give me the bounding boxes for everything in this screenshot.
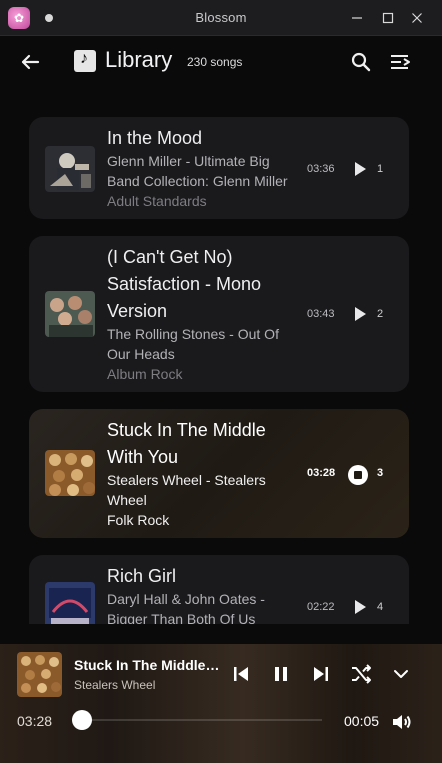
library-header: Library 230 songs xyxy=(0,36,442,88)
track-number: 4 xyxy=(377,601,384,613)
chevron-down-icon xyxy=(394,670,408,678)
queue-button[interactable] xyxy=(388,49,414,75)
play-button[interactable] xyxy=(351,598,369,616)
album-art xyxy=(45,582,95,624)
song-artist: Daryl Hall & John Oates - Bigger Than Bo… xyxy=(107,591,265,624)
song-card[interactable]: Rich Girl Daryl Hall & John Oates - Bigg… xyxy=(29,555,409,624)
song-card[interactable]: In the Mood Glenn Miller - Ultimate Big … xyxy=(29,117,409,219)
play-icon xyxy=(355,162,366,176)
volume-icon xyxy=(393,715,411,729)
shuffle-button[interactable] xyxy=(349,662,373,686)
play-icon xyxy=(355,307,366,321)
play-icon xyxy=(355,600,366,614)
search-button[interactable] xyxy=(348,49,374,75)
song-card-active[interactable]: Stuck In The Middle With You Stealers Wh… xyxy=(29,409,409,538)
album-art xyxy=(45,450,95,496)
song-genre: Folk Rock xyxy=(107,512,170,528)
song-genre: Adult Standards xyxy=(107,193,207,209)
song-duration: 03:28 xyxy=(307,467,336,479)
shuffle-icon xyxy=(352,664,371,684)
song-card[interactable]: (I Can't Get No) Satisfaction - Mono Ver… xyxy=(29,236,409,392)
song-duration: 03:36 xyxy=(307,163,335,175)
now-playing-album-art[interactable] xyxy=(17,652,62,697)
song-artist: Stealers Wheel - Stealers Wheel xyxy=(107,472,266,508)
queue-icon xyxy=(391,55,410,69)
next-button[interactable] xyxy=(309,662,333,686)
play-button[interactable] xyxy=(351,160,369,178)
song-title: In the Mood xyxy=(107,128,203,148)
song-title: (I Can't Get No) Satisfaction - Mono Ver… xyxy=(107,247,262,321)
volume-button[interactable] xyxy=(390,710,414,734)
minimize-button[interactable] xyxy=(345,6,369,30)
window-titlebar: ✿ Blossom xyxy=(0,0,442,36)
song-artist: Glenn Miller - Ultimate Big Band Collect… xyxy=(107,153,288,189)
song-duration: 03:43 xyxy=(307,308,335,320)
close-button[interactable] xyxy=(405,6,429,30)
progress-handle[interactable] xyxy=(72,710,92,730)
song-duration: 02:22 xyxy=(307,601,335,613)
stop-icon xyxy=(348,465,368,485)
progress-slider[interactable] xyxy=(72,710,322,730)
now-playing-artist: Stealers Wheel xyxy=(74,678,156,692)
song-count: 230 songs xyxy=(187,55,243,69)
song-title: Stuck In The Middle With You xyxy=(107,420,266,467)
collapse-player-button[interactable] xyxy=(389,662,413,686)
track-number: 2 xyxy=(377,308,384,320)
pause-icon xyxy=(275,667,287,681)
song-genre: Album Rock xyxy=(107,366,183,382)
album-art xyxy=(45,146,95,192)
song-title: Rich Girl xyxy=(107,566,177,586)
remaining-time: 00:05 xyxy=(344,713,380,729)
now-playing-bar: Stuck In The Middle ... Stealers Wheel 0… xyxy=(0,644,442,763)
skip-next-icon xyxy=(314,667,328,681)
stop-button[interactable] xyxy=(347,464,369,486)
maximize-button[interactable] xyxy=(376,6,400,30)
album-art xyxy=(45,291,95,337)
now-playing-title: Stuck In The Middle ... xyxy=(74,657,220,673)
arrow-left-icon xyxy=(21,54,40,70)
music-library-icon xyxy=(74,50,96,72)
search-icon xyxy=(351,52,371,72)
elapsed-time: 03:28 xyxy=(17,713,53,729)
pause-button[interactable] xyxy=(269,662,293,686)
track-number: 1 xyxy=(377,163,384,175)
song-artist: The Rolling Stones - Out Of Our Heads xyxy=(107,326,279,362)
skip-previous-icon xyxy=(234,667,248,681)
page-title: Library xyxy=(105,47,173,72)
back-button[interactable] xyxy=(16,48,44,76)
track-number: 3 xyxy=(377,467,384,479)
previous-button[interactable] xyxy=(229,662,253,686)
play-button[interactable] xyxy=(351,305,369,323)
song-list[interactable]: In the Mood Glenn Miller - Ultimate Big … xyxy=(0,88,442,624)
